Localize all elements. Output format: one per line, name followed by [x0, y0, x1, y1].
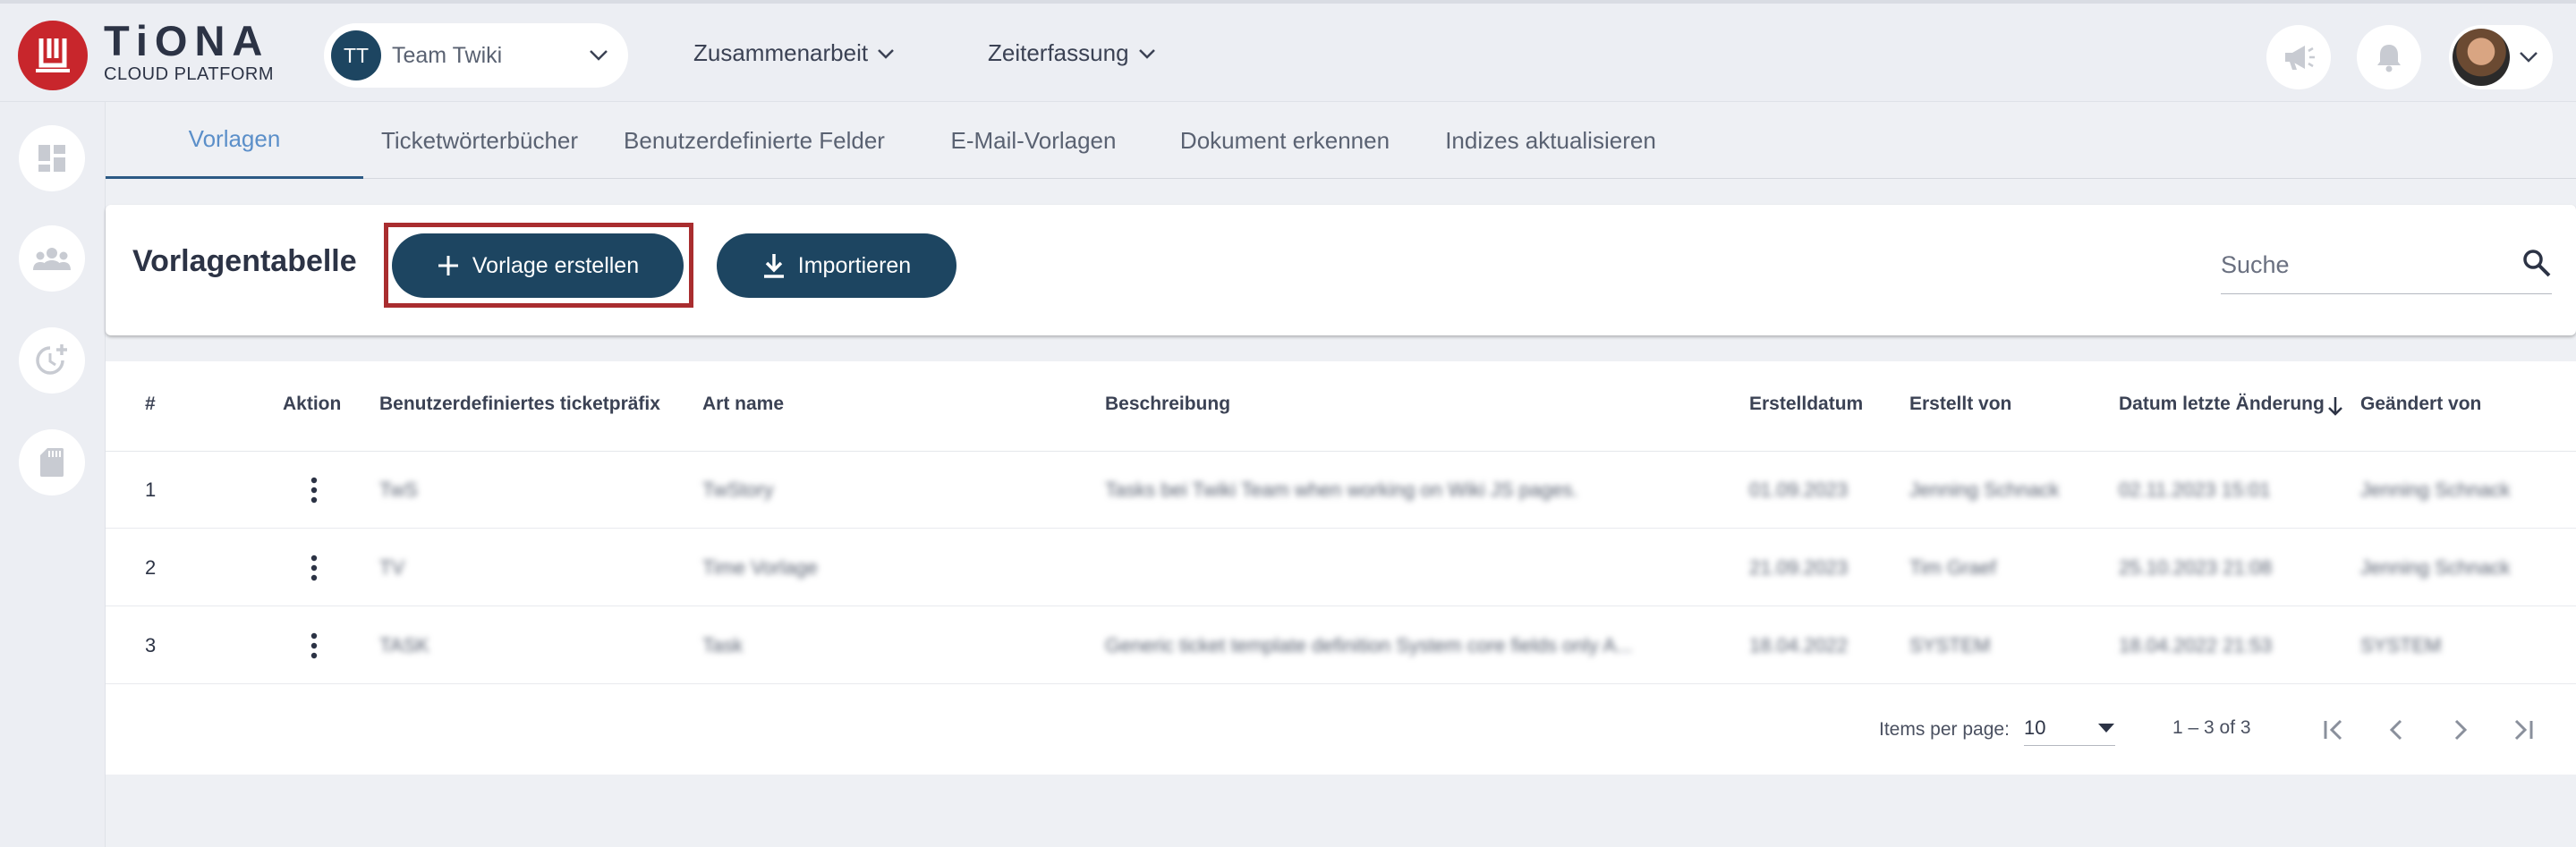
row-created-by: Jenning Schnack [1909, 479, 2060, 501]
bell-icon [2377, 45, 2401, 72]
page-range: 1 – 3 of 3 [2172, 717, 2251, 738]
tab-email-vorlagen[interactable]: E-Mail-Vorlagen [913, 102, 1154, 179]
row-modified-date: 25.10.2023 21:08 [2119, 556, 2273, 579]
column-header-prefix[interactable]: Benutzerdefiniertes ticketpräfix [379, 394, 660, 415]
search-input[interactable] [2221, 251, 2489, 279]
sidebar [0, 102, 106, 847]
brand-title: TiONA [104, 17, 270, 64]
nav-label: Zusammenarbeit [693, 39, 869, 66]
sidebar-item-storage[interactable] [19, 429, 85, 495]
time-add-icon [36, 344, 67, 375]
tiona-logo-icon[interactable] [18, 21, 88, 90]
row-created-date: 01.09.2023 [1749, 479, 1849, 501]
tab-vorlagen[interactable]: Vorlagen [106, 102, 363, 179]
row-prefix: TwS [379, 479, 418, 501]
row-modified-by: Jenning Schnack [2360, 556, 2511, 579]
items-per-page-select[interactable]: 10 [2024, 710, 2115, 746]
plus-icon [438, 256, 458, 275]
row-art-name: Task [702, 634, 744, 656]
notifications-button[interactable] [2357, 25, 2421, 89]
create-template-label: Vorlage erstellen [472, 252, 640, 278]
row-description: Generic ticket template definition Syste… [1105, 634, 1633, 656]
row-number: 3 [145, 634, 157, 656]
column-header-modified-by[interactable]: Geändert von [2360, 394, 2481, 415]
row-created-date: 21.09.2023 [1749, 556, 1849, 579]
column-header-number: # [145, 394, 156, 414]
row-modified-by: SYSTEM [2360, 634, 2442, 656]
row-modified-date: 18.04.2022 21:53 [2119, 634, 2273, 656]
last-page-icon[interactable] [2505, 712, 2541, 748]
settings-tabs: Vorlagen Ticketwörterbücher Benutzerdefi… [106, 102, 2576, 179]
row-prefix: TASK [379, 634, 429, 656]
import-label: Importieren [797, 252, 912, 278]
chevron-down-icon [2520, 52, 2538, 63]
more-vert-icon[interactable] [299, 475, 329, 505]
dashboard-icon [38, 145, 65, 172]
tab-indizes-aktualisieren[interactable]: Indizes aktualisieren [1416, 102, 1686, 179]
sd-card-icon [40, 448, 64, 477]
next-page-icon[interactable] [2443, 712, 2478, 748]
search-icon[interactable] [2521, 248, 2552, 278]
user-menu-button[interactable] [2449, 25, 2553, 89]
row-created-date: 18.04.2022 [1749, 634, 1849, 656]
chevron-down-icon [590, 50, 608, 61]
sidebar-item-groups[interactable] [19, 225, 85, 292]
previous-page-icon[interactable] [2378, 712, 2414, 748]
column-header-created-by[interactable]: Erstellt von [1909, 394, 2011, 415]
row-created-by: Tim Graef [1909, 556, 1996, 579]
row-art-name: TwStory [702, 479, 774, 501]
download-icon [763, 254, 784, 278]
megaphone-icon [2285, 46, 2315, 70]
chevron-down-icon [1138, 48, 1155, 59]
team-avatar: TT [331, 30, 381, 80]
row-prefix: TV [379, 556, 405, 579]
templates-table: # Aktion Benutzerdefiniertes ticketpräfi… [106, 361, 2576, 775]
row-modified-by: Jenning Schnack [2360, 479, 2511, 501]
column-header-modified-date[interactable]: Datum letzte Änderung [2119, 394, 2325, 415]
row-description: Tasks bei Twiki Team when working on Wik… [1105, 479, 1578, 501]
row-modified-date: 02.11.2023 15:01 [2119, 479, 2271, 501]
nav-zeiterfassung[interactable]: Zeiterfassung [988, 39, 1156, 67]
tab-dokument-erkennen[interactable]: Dokument erkennen [1154, 102, 1416, 179]
row-art-name: Time Vorlage [702, 556, 818, 579]
column-header-created-date[interactable]: Erstelldatum [1749, 394, 1863, 415]
row-number: 2 [145, 556, 157, 579]
team-selector[interactable]: TT Team Twiki [324, 23, 628, 88]
toolbar-card: Vorlagentabelle Vorlage erstellen Import… [106, 205, 2576, 335]
page-title: Vorlagentabelle [132, 244, 357, 278]
table-row[interactable]: 2 TV Time Vorlage 21.09.2023 Tim Graef 2… [106, 529, 2576, 606]
nav-zusammenarbeit[interactable]: Zusammenarbeit [693, 39, 895, 67]
items-per-page-label: Items per page: [1879, 719, 2010, 740]
team-name: Team Twiki [392, 42, 503, 68]
more-vert-icon[interactable] [299, 631, 329, 661]
tab-benutzerdefinierte-felder[interactable]: Benutzerdefinierte Felder [596, 102, 913, 179]
nav-label: Zeiterfassung [988, 39, 1129, 66]
column-header-art-name[interactable]: Art name [702, 394, 784, 415]
column-header-action: Aktion [283, 394, 342, 414]
top-header: TiONA CLOUD PLATFORM TT Team Twiki Zusam… [0, 0, 2576, 102]
sidebar-item-time-tracking[interactable] [19, 327, 85, 394]
import-button[interactable]: Importieren [717, 233, 956, 298]
row-created-by: SYSTEM [1909, 634, 1991, 656]
items-per-page-value: 10 [2024, 716, 2046, 739]
more-vert-icon[interactable] [299, 553, 329, 583]
sort-descending-icon[interactable] [2327, 395, 2343, 417]
search-field [2221, 244, 2552, 294]
first-page-icon[interactable] [2316, 712, 2351, 748]
create-template-button[interactable]: Vorlage erstellen [392, 233, 684, 298]
announcements-button[interactable] [2266, 25, 2331, 89]
group-icon [33, 248, 71, 270]
brand-subtitle: CLOUD PLATFORM [104, 64, 274, 84]
table-row[interactable]: 3 TASK Task Generic ticket template defi… [106, 607, 2576, 684]
table-row[interactable]: 1 TwS TwStory Tasks bei Twiki Team when … [106, 452, 2576, 529]
row-number: 1 [145, 479, 157, 501]
caret-down-icon [2098, 723, 2114, 733]
user-avatar [2453, 29, 2510, 86]
chevron-down-icon [878, 48, 894, 59]
column-header-description[interactable]: Beschreibung [1105, 394, 1230, 415]
tab-ticketwoerterbuecher[interactable]: Ticketwörterbücher [363, 102, 596, 179]
sidebar-item-dashboard[interactable] [19, 125, 85, 191]
